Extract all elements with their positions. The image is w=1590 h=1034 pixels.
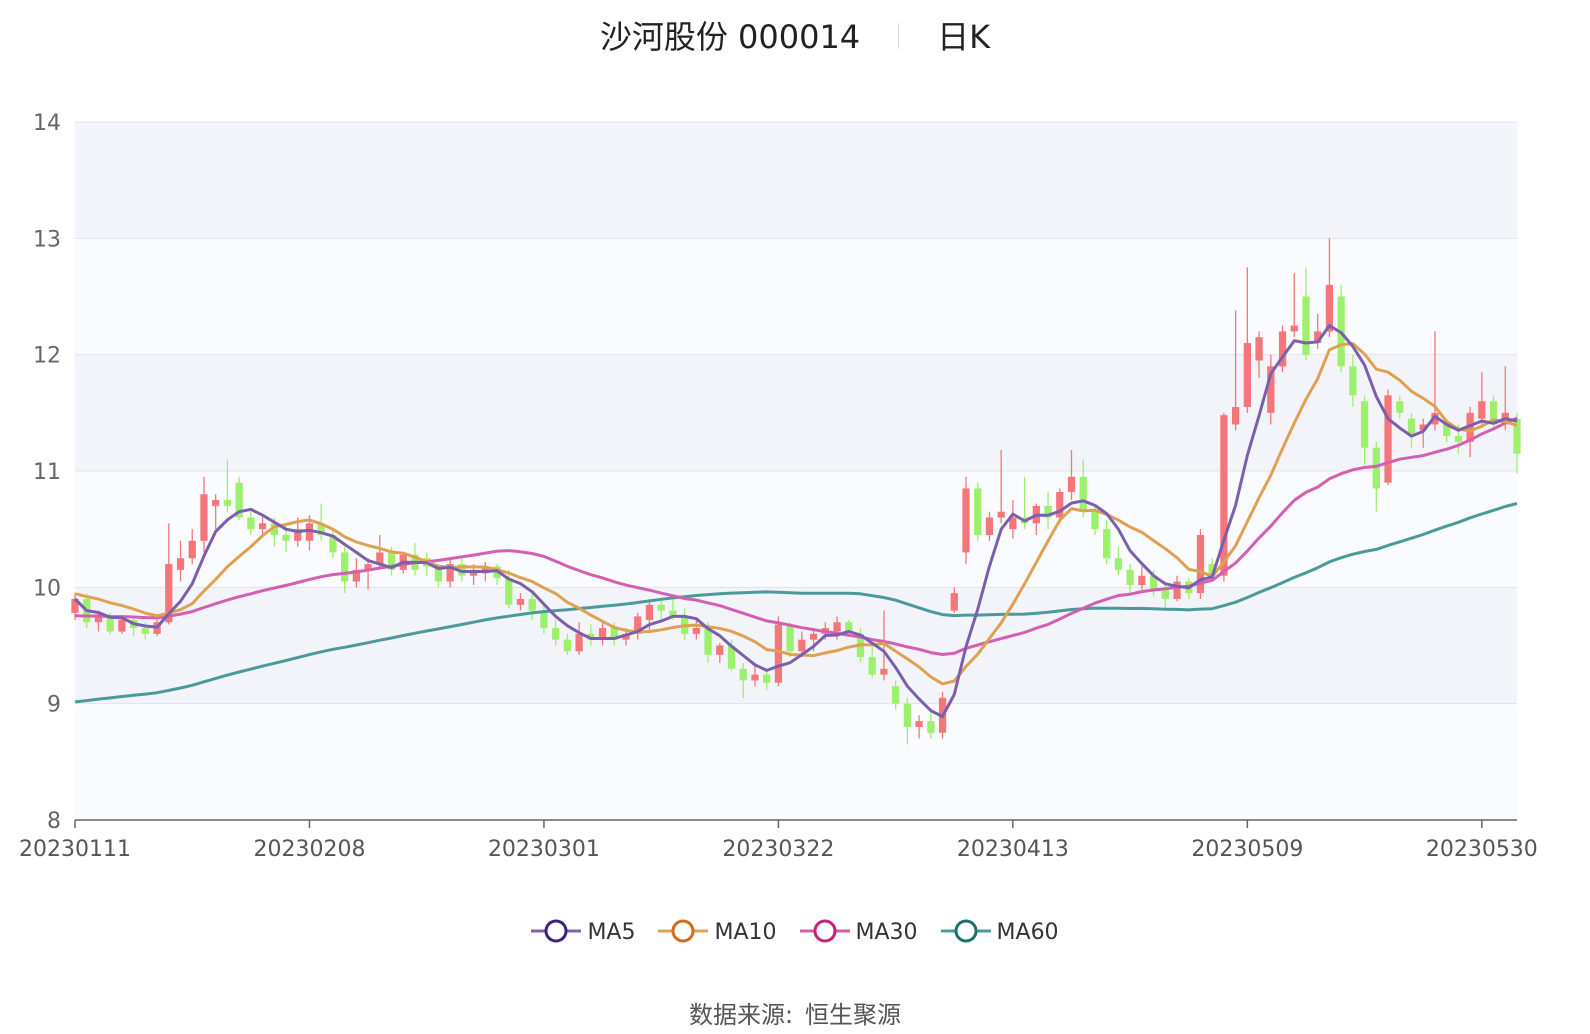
candle-body [997,511,1005,518]
x-tick-label: 20230413 [957,837,1069,862]
y-tick-label: 14 [33,111,61,136]
candle-body [141,628,149,634]
candle-body [1349,366,1357,396]
candle-body [552,628,560,640]
candle-body [657,604,665,611]
candle-body [1255,337,1263,361]
candle-body [774,624,783,683]
candle-body [1360,401,1369,448]
candle-body [739,668,747,681]
candle-body [1454,436,1463,442]
candle-body [903,703,912,727]
candle-body [892,686,900,704]
legend-item-ma30[interactable]: MA30 [799,919,918,946]
y-tick-label: 13 [33,227,61,252]
legend: MA5 MA10 MA30 MA60 [0,919,1590,946]
candle-body [516,598,525,605]
source-value: 恒生聚源 [805,1001,902,1029]
candle-body [1173,581,1181,599]
y-tick-label: 12 [33,344,61,369]
candle-body [212,500,220,506]
candle-body [704,628,712,655]
candle-body [1372,447,1380,489]
candle-body [809,633,818,640]
candle-body [247,517,255,530]
candle-body [962,488,970,553]
legend-label-ma5: MA5 [587,920,636,945]
candle-body [282,534,290,541]
legend-marker-ma60 [940,919,991,943]
candle-body [1067,476,1076,492]
candle-body [118,619,126,632]
candle-body [1091,511,1099,530]
candle-body [188,540,196,559]
legend-marker-ma5 [531,919,582,943]
legend-marker-ma30 [799,919,850,943]
candle-body [927,721,935,733]
candle-body [575,633,583,652]
candle-body [258,523,267,530]
legend-item-ma5[interactable]: MA5 [531,919,636,946]
candle-body [1103,529,1111,559]
candle-body [505,578,513,605]
candle-body [1478,401,1486,419]
x-tick-label: 20230322 [722,837,834,862]
candle-body [880,668,888,675]
candle-body [528,598,536,611]
y-tick-label: 9 [47,693,61,718]
legend-label-ma10: MA10 [714,920,777,945]
legend-label-ma30: MA30 [855,920,918,945]
plot-band [75,238,1517,355]
candle-body [786,624,794,652]
candle-body [763,674,771,683]
x-tick-label: 20230301 [488,837,600,862]
x-tick-label: 20230208 [253,837,365,862]
legend-item-ma10[interactable]: MA10 [658,919,777,946]
data-source: 数据来源: 恒生聚源 [0,995,1590,1030]
candle-body [1138,575,1146,586]
candle-body [985,517,994,535]
candle-body [563,639,572,652]
source-label: 数据来源: [688,1001,794,1029]
candle-body [1126,569,1134,586]
candle-body [645,604,654,620]
candle-body [1243,343,1251,408]
y-tick-label: 11 [33,460,61,485]
candle-body [1114,558,1123,570]
x-tick-label: 20230509 [1191,837,1303,862]
legend-marker-ma10 [658,919,709,943]
candle-body [1079,476,1087,512]
candle-body [341,552,349,582]
candle-body [1290,325,1298,332]
candlestick-chart: 8 9 10 11 12 13 14 20230111 20230208 20230301 2023… [19,111,1538,862]
candle-body [1396,401,1404,413]
candle-body [1231,407,1240,425]
plot-band [75,587,1517,704]
candle-body [950,593,958,611]
candle-body [868,657,876,675]
legend-label-ma60: MA60 [996,920,1059,945]
plot-band [75,703,1517,820]
candle-body [716,645,724,655]
candle-body [692,628,700,634]
candle-body [1302,296,1310,355]
y-tick-label: 10 [33,576,61,601]
candle-body [974,488,982,535]
candle-body [798,639,806,652]
candle-body [176,558,185,570]
candle-body [200,494,208,541]
candle-body [751,674,759,681]
plot-band [75,122,1517,239]
y-tick-label: 8 [47,809,61,834]
x-tick-label: 20230111 [19,837,131,862]
candle-body [1161,589,1169,599]
legend-item-ma60[interactable]: MA60 [940,919,1059,946]
candle-body [833,622,841,632]
candle-body [915,721,923,727]
x-tick-label: 20230530 [1426,837,1538,862]
candle-body [223,500,232,506]
candle-body [1384,395,1392,483]
